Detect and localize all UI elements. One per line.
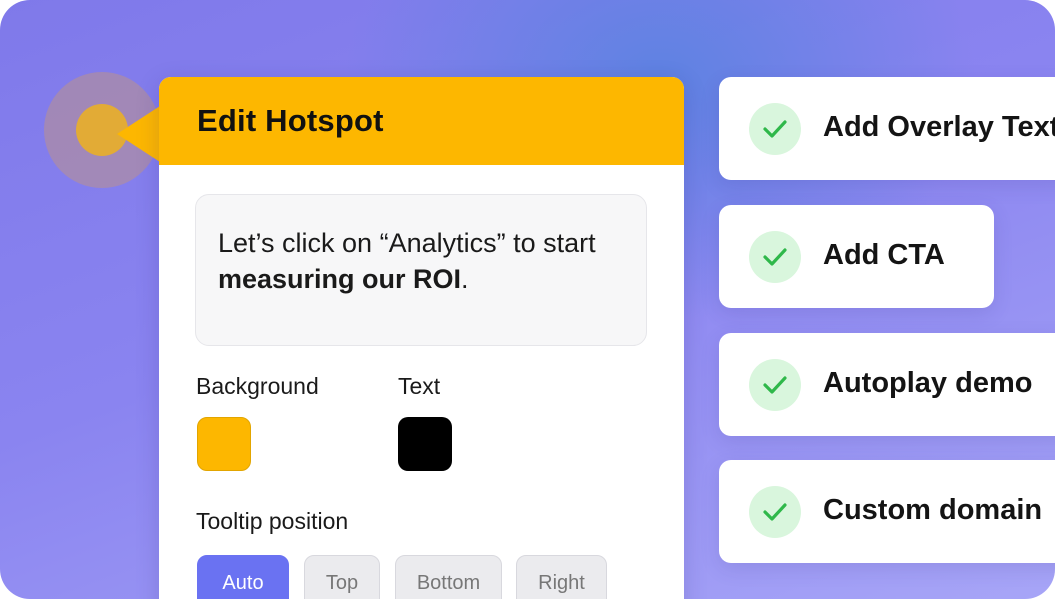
tooltip-text-editor[interactable]: Let’s click on “Analytics” to start meas… <box>195 194 647 346</box>
feature-label: Autoplay demo <box>823 367 1033 399</box>
tooltip-text-end: . <box>461 264 469 294</box>
position-right-button[interactable]: Right <box>516 555 607 599</box>
tooltip-text-plain: Let’s click on “Analytics” to start <box>218 228 596 258</box>
position-auto-button[interactable]: Auto <box>197 555 289 599</box>
feature-card-cta: Add CTA <box>719 205 994 308</box>
tooltip-pointer <box>117 106 160 162</box>
text-color-label: Text <box>398 373 441 399</box>
position-top-button[interactable]: Top <box>304 555 380 599</box>
text-color-swatch[interactable] <box>398 417 452 471</box>
feature-card-overlay-text: Add Overlay Text <box>719 77 1055 180</box>
tooltip-position-label: Tooltip position <box>196 508 349 534</box>
check-icon <box>749 103 801 155</box>
check-icon <box>749 359 801 411</box>
background-label: Background <box>196 373 319 399</box>
feature-label: Custom domain <box>823 494 1043 526</box>
tooltip-text-bold: measuring our ROI <box>218 264 462 294</box>
panel-header: Edit Hotspot <box>159 77 684 165</box>
feature-label: Add Overlay Text <box>823 111 1055 143</box>
background-color-swatch[interactable] <box>197 417 251 471</box>
feature-card-custom-domain: Custom domain <box>719 460 1055 563</box>
edit-hotspot-panel: Edit Hotspot Let’s click on “Analytics” … <box>159 77 684 599</box>
position-bottom-button[interactable]: Bottom <box>395 555 502 599</box>
check-icon <box>749 231 801 283</box>
check-icon <box>749 486 801 538</box>
hero-canvas: Edit Hotspot Let’s click on “Analytics” … <box>0 0 1055 599</box>
panel-title: Edit Hotspot <box>197 103 384 138</box>
feature-card-autoplay: Autoplay demo <box>719 333 1055 436</box>
feature-label: Add CTA <box>823 239 945 271</box>
